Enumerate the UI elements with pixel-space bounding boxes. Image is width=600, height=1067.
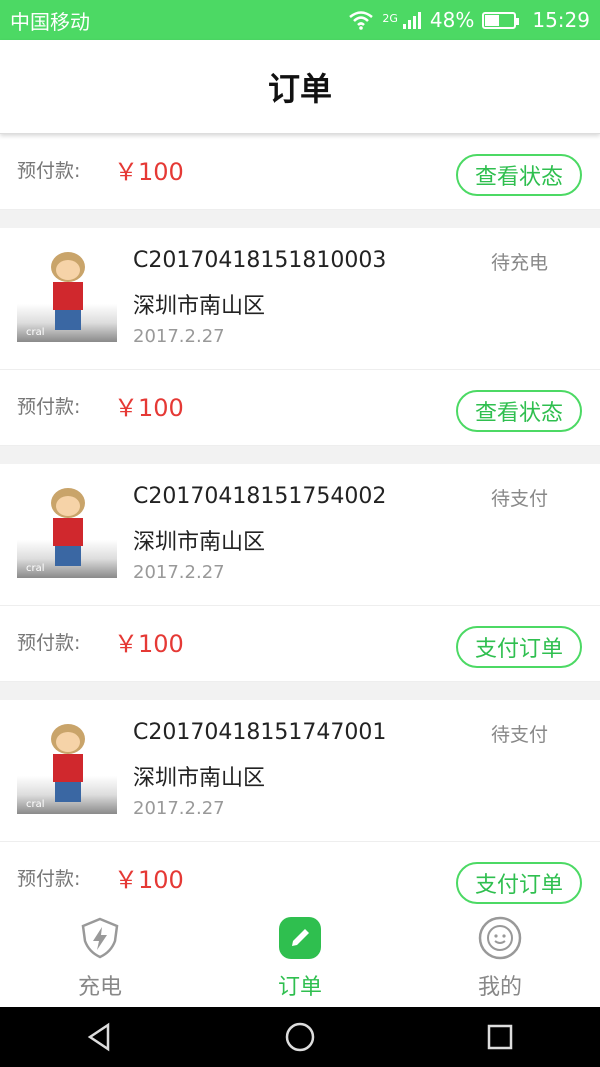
order-thumbnail: cral (17, 718, 117, 814)
order-number: C20170418151754002 (133, 484, 387, 509)
character-figure (45, 252, 91, 334)
order-date: 2017.2.27 (133, 326, 225, 347)
wifi-icon (349, 11, 374, 30)
battery-icon (482, 11, 520, 29)
view-status-button[interactable]: 查看状态 (456, 390, 582, 432)
home-circle-icon[interactable] (282, 1019, 318, 1055)
carrier-label: 中国移动 (10, 9, 90, 34)
back-triangle-icon[interactable] (82, 1019, 118, 1055)
payment-row: 预付款: ￥100 查看状态 (0, 134, 600, 210)
order-date: 2017.2.27 (133, 562, 225, 583)
signal-icon (402, 12, 421, 29)
order-status: 待支付 (490, 724, 548, 746)
bottom-navigation: 充电 订单 我的 (0, 906, 600, 1007)
thumbnail-watermark: cral (26, 327, 45, 338)
order-thumbnail: cral (17, 482, 117, 578)
prepayment-label: 预付款: (17, 868, 81, 890)
order-date: 2017.2.27 (133, 798, 225, 819)
recents-square-icon[interactable] (482, 1019, 518, 1055)
order-location: 深圳市南山区 (133, 294, 266, 319)
order-screen: 中国移动 2G 48% 15:29 订单 预付款: ￥100 查看状态 cral… (0, 0, 600, 1067)
order-location: 深圳市南山区 (133, 766, 266, 791)
prepayment-label: 预付款: (17, 632, 81, 654)
payment-row: 预付款: ￥100 查看状态 (0, 370, 600, 446)
order-thumbnail: cral (17, 246, 117, 342)
nav-label-mine: 我的 (477, 975, 522, 1000)
edit-pencil-icon (279, 917, 321, 959)
nav-label-orders: 订单 (277, 975, 322, 1000)
order-number: C20170418151747001 (133, 720, 387, 745)
system-navigation-bar (0, 1007, 600, 1067)
nav-item-charging[interactable]: 充电 (0, 906, 200, 1007)
prepayment-amount: ￥100 (114, 394, 184, 422)
smiley-face-icon (478, 916, 522, 960)
nav-label-charging: 充电 (77, 975, 122, 1000)
character-figure (45, 724, 91, 806)
order-status: 待支付 (490, 488, 548, 510)
thumbnail-watermark: cral (26, 563, 45, 574)
pay-order-button[interactable]: 支付订单 (456, 862, 582, 904)
app-header: 订单 (0, 40, 600, 134)
order-location: 深圳市南山区 (133, 530, 266, 555)
view-status-button[interactable]: 查看状态 (456, 154, 582, 196)
character-figure (45, 488, 91, 570)
order-card[interactable]: cral C20170418151754002 深圳市南山区 2017.2.27… (0, 464, 600, 606)
prepayment-label: 预付款: (17, 396, 81, 418)
order-card[interactable]: cral C20170418151747001 深圳市南山区 2017.2.27… (0, 700, 600, 842)
clock: 15:29 (532, 8, 590, 32)
order-list[interactable]: 预付款: ￥100 查看状态 cral C20170418151810003 深… (0, 134, 600, 906)
payment-row: 预付款: ￥100 支付订单 (0, 606, 600, 682)
battery-percent: 48% (429, 8, 475, 32)
network-type-label: 2G (382, 12, 398, 25)
status-bar: 中国移动 2G 48% 15:29 (0, 0, 600, 40)
payment-row: 预付款: ￥100 支付订单 (0, 842, 600, 906)
nav-item-orders[interactable]: 订单 (200, 906, 400, 1007)
page-title: 订单 (267, 69, 332, 108)
status-indicators: 2G 48% 15:29 (348, 8, 590, 32)
order-number: C20170418151810003 (133, 248, 387, 273)
lightning-shield-icon (81, 917, 119, 959)
prepayment-amount: ￥100 (114, 158, 184, 186)
prepayment-amount: ￥100 (114, 630, 184, 658)
thumbnail-watermark: cral (26, 799, 45, 810)
prepayment-label: 预付款: (17, 160, 81, 182)
order-card[interactable]: cral C20170418151810003 深圳市南山区 2017.2.27… (0, 228, 600, 370)
nav-item-mine[interactable]: 我的 (400, 906, 600, 1007)
order-status: 待充电 (490, 252, 548, 274)
prepayment-amount: ￥100 (114, 866, 184, 894)
pay-order-button[interactable]: 支付订单 (456, 626, 582, 668)
